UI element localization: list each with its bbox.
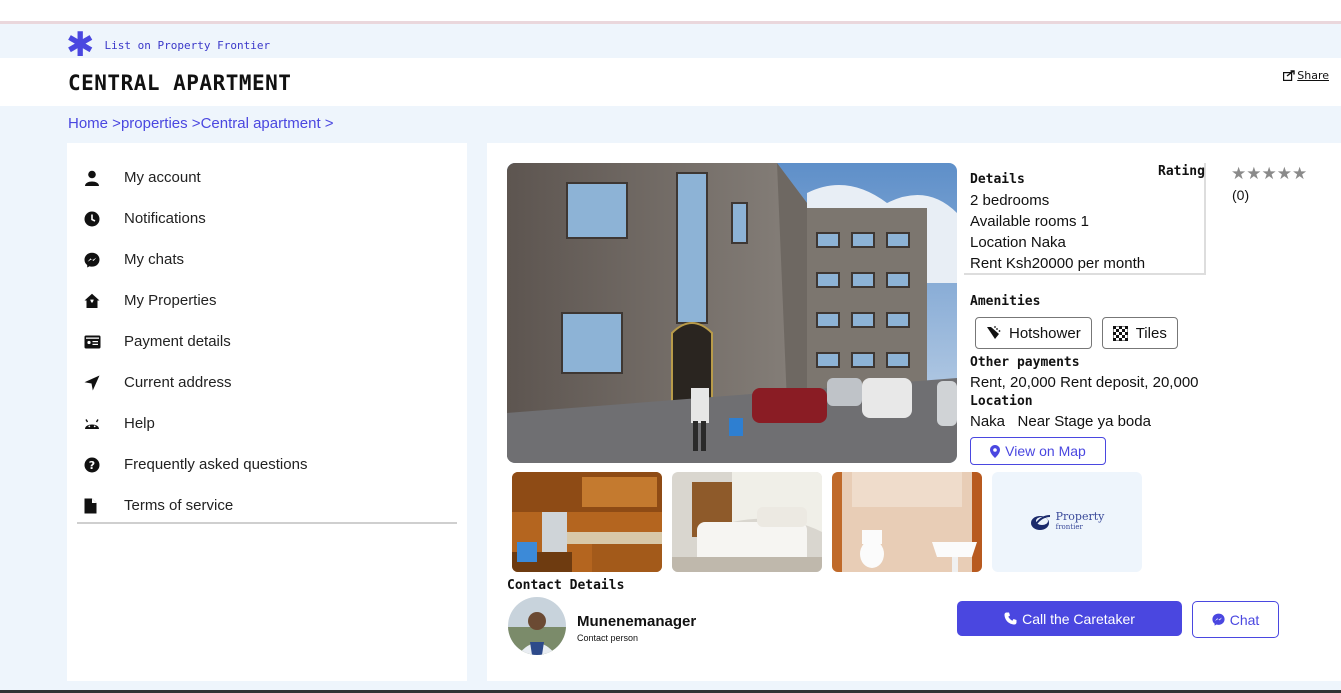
sidebar-item-my-chats[interactable]: My chats [84,239,457,280]
sidebar-item-label: Payment details [124,333,231,350]
sidebar-item-my-properties[interactable]: My Properties [84,280,457,321]
call-caretaker-label: Call the Caretaker [1022,610,1135,627]
logo-text-frontier: frontier [1055,523,1083,531]
amenities-heading: Amenities [970,294,1041,309]
clock-icon [84,211,124,227]
bedrooms-text: 2 bedrooms [970,192,1050,209]
sidebar-item-terms[interactable]: Terms of service [84,485,457,526]
page-title: CENTRAL APARTMENT [68,71,292,95]
sidebar-item-label: Terms of service [124,497,234,514]
rent-text: Rent Ksh20000 per month [970,255,1146,272]
id-card-icon [84,335,124,349]
sidebar-item-label: Current address [124,374,232,391]
sidebar-item-faq[interactable]: ? Frequently asked questions [84,444,457,485]
sidebar-item-label: My account [124,169,201,186]
file-icon [84,498,124,514]
view-on-map-label: View on Map [1005,443,1086,459]
details-box: Details 2 bedrooms Available rooms 1 Loc… [964,163,1206,275]
sidebar-item-current-address[interactable]: Current address [84,362,457,403]
question-circle-icon: ? [84,457,124,473]
messenger-icon [1212,613,1225,626]
sidebar-item-label: My chats [124,251,185,268]
thumbnail-bedroom[interactable] [672,472,822,572]
tiles-icon [1112,325,1128,341]
share-label: Share [1297,69,1329,82]
logo-text-property: Property [1055,510,1105,523]
sidebar-item-my-account[interactable]: My account [84,157,457,198]
chat-label: Chat [1229,611,1260,628]
thumbnail-logo[interactable]: Property frontier [992,472,1142,572]
map-marker-icon [990,444,1001,458]
sidebar-item-label: Help [124,415,155,432]
contact-details-heading: Contact Details [507,578,625,593]
list-property-bar[interactable]: ✱ List on Property Frontier [66,25,271,65]
thumbnail-kitchen[interactable] [512,472,662,572]
location-arrow-icon [84,375,124,391]
location-text: Location Naka [970,234,1066,251]
chat-button[interactable]: Chat [1192,601,1279,638]
amenity-label: Tiles [1135,324,1167,342]
svg-text:?: ? [89,459,95,472]
property-panel: Details 2 bedrooms Available rooms 1 Loc… [487,143,1341,681]
star-icon[interactable]: ★ [1292,164,1307,184]
messenger-icon [84,252,124,268]
sidebar-item-label: My Properties [124,292,217,309]
share-button[interactable]: Share [1283,69,1329,82]
phone-icon [1004,612,1017,625]
list-on-property-frontier-link[interactable]: List on Property Frontier [105,39,271,52]
property-main-photo[interactable] [507,163,957,463]
thumbnail-bathroom[interactable] [832,472,982,572]
user-icon [84,170,124,186]
breadcrumb[interactable]: Home >properties >Central apartment > [68,115,334,132]
view-on-map-button[interactable]: View on Map [970,437,1106,465]
amenity-chip-hotshower: Hotshower [975,317,1092,349]
rating-count: (0) [1232,187,1250,203]
star-icon[interactable]: ★ [1246,164,1261,184]
sidebar-item-label: Frequently asked questions [124,456,308,473]
location-value: Naka Near Stage ya boda [970,413,1151,430]
amenities-list: Hotshower Tiles [975,317,1178,349]
location-heading: Location [970,394,1033,409]
title-bar: CENTRAL APARTMENT Share [0,58,1341,106]
avatar [508,597,566,655]
sidebar-divider [77,522,457,524]
amenity-label: Hotshower [1009,324,1081,342]
shower-icon [987,325,1001,339]
sidebar-item-payment-details[interactable]: Payment details [84,321,457,362]
available-rooms-text: Available rooms 1 [970,213,1089,230]
sidebar-item-notifications[interactable]: Notifications [84,198,457,239]
rating-label: Rating [1158,164,1205,179]
contact-name: Munenemanager [577,613,697,630]
photo-thumbnails: Property frontier [512,472,1142,572]
contact-role: Contact person [577,633,639,643]
sidebar-item-label: Notifications [124,210,206,227]
call-caretaker-button[interactable]: Call the Caretaker [957,601,1182,636]
top-strip [0,0,1341,24]
sidebar-item-help[interactable]: Help [84,403,457,444]
share-icon [1283,70,1295,81]
amenity-chip-tiles: Tiles [1101,317,1178,349]
android-icon [84,417,124,431]
star-icon[interactable]: ★ [1231,164,1246,184]
asterisk-icon: ✱ [66,25,95,65]
star-icon[interactable]: ★ [1277,164,1292,184]
other-payments-heading: Other payments [970,355,1080,370]
sidebar: My account Notifications My chats My Pro… [67,143,467,681]
other-payments-text: Rent, 20,000 Rent deposit, 20,000 [970,374,1199,391]
rating-stars[interactable]: ★★★★★ [1231,164,1307,184]
property-frontier-logo-icon [1030,515,1050,530]
star-icon[interactable]: ★ [1262,164,1277,184]
house-icon [84,293,124,309]
